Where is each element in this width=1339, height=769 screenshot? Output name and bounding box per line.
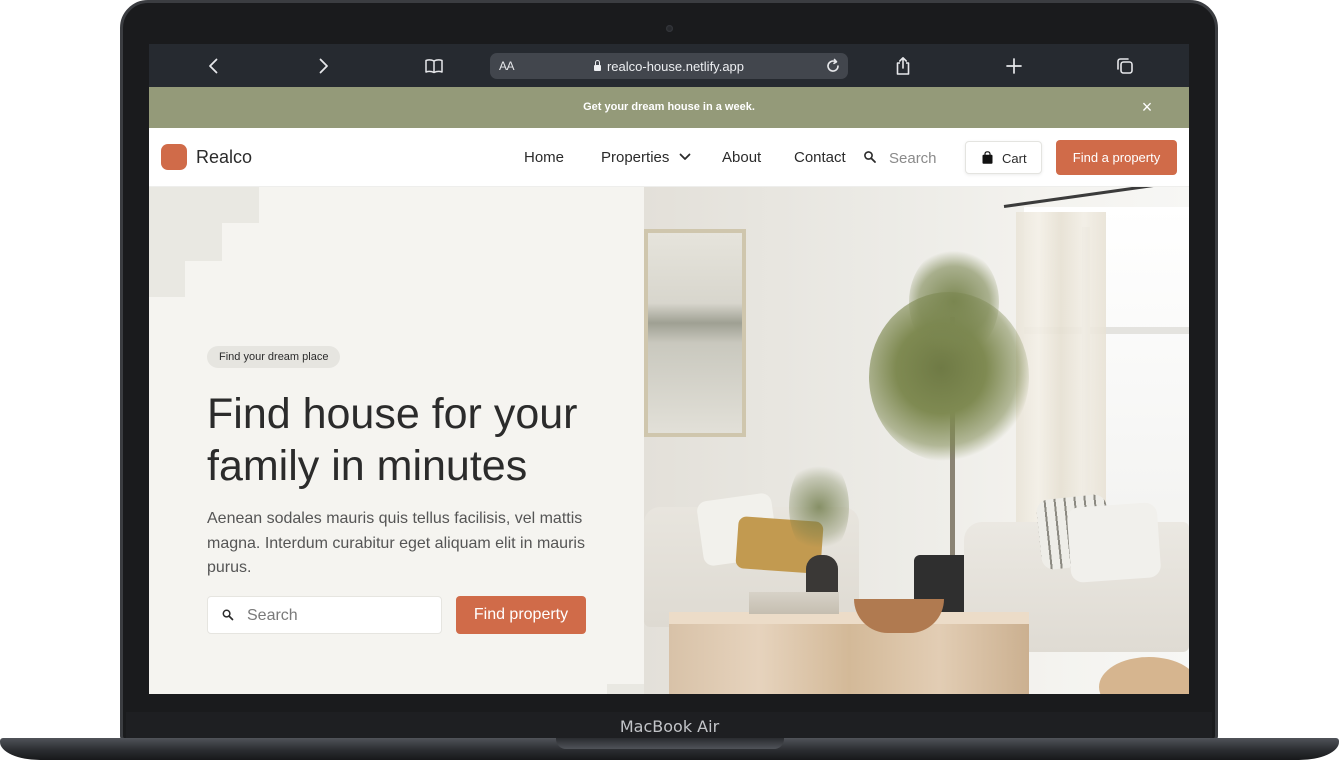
hero-search-input[interactable] [247, 606, 427, 626]
banner-text: Get your dream house in a week. [583, 101, 755, 113]
hero-tag: Find your dream place [207, 346, 341, 368]
search-icon [221, 608, 235, 622]
plus-icon[interactable] [1002, 54, 1026, 78]
close-icon[interactable]: × [1139, 98, 1155, 116]
lock-icon [593, 60, 601, 71]
hero-living-room-image [644, 187, 1189, 694]
url-domain: realco-house.netlify.app [606, 59, 745, 74]
wall-art [648, 233, 742, 433]
cart-button[interactable]: Cart [965, 141, 1042, 174]
nav-search-input[interactable] [889, 147, 959, 169]
logo-text[interactable]: Realco [196, 147, 252, 168]
olive-tree-foliage [909, 247, 999, 357]
hero-headline: Find house for your family in minutes [207, 390, 578, 490]
shopping-bag-icon [982, 151, 993, 164]
url-text: realco-house.netlify.app [490, 59, 848, 74]
screen: AA realco-house.netlify.app Get your dre… [149, 44, 1189, 694]
address-bar[interactable]: AA realco-house.netlify.app [490, 53, 848, 79]
logo-icon[interactable] [161, 144, 187, 170]
search-icon [862, 149, 878, 165]
nav-link-contact[interactable]: Contact [794, 149, 846, 166]
nav-link-home[interactable]: Home [524, 149, 564, 166]
browser-toolbar: AA realco-house.netlify.app [149, 44, 1189, 87]
share-icon[interactable] [891, 54, 915, 78]
camera-icon [666, 25, 673, 32]
decorative-block [149, 187, 259, 223]
chevron-left-icon[interactable] [202, 54, 226, 78]
promo-banner: Get your dream house in a week. × [149, 87, 1189, 128]
wooden-coffee-table [669, 612, 1029, 694]
table-top [669, 612, 1029, 624]
site-header: Realco Home Properties About Contact Car… [149, 128, 1189, 187]
device-label: MacBook Air [619, 717, 720, 736]
cushion [1066, 501, 1162, 584]
hero-content: Find your dream place Find house for you… [149, 187, 644, 694]
decorative-block [149, 223, 222, 261]
nav-link-about[interactable]: About [722, 149, 761, 166]
find-property-button[interactable]: Find property [456, 596, 586, 634]
reload-icon[interactable] [824, 57, 842, 75]
laptop-mockup: MacBook Air AA realco-house.netlify.app [0, 0, 1339, 769]
chevron-right-icon[interactable] [311, 54, 335, 78]
book-icon[interactable] [422, 54, 446, 78]
cart-label: Cart [1002, 151, 1027, 166]
plant-stems [789, 457, 849, 557]
books [749, 592, 839, 614]
decorative-block [149, 261, 185, 297]
laptop-notch [556, 738, 784, 749]
curtain-rod [1003, 187, 1188, 208]
nav-link-properties[interactable]: Properties [601, 149, 669, 166]
decorative-block [607, 684, 644, 694]
tabs-icon[interactable] [1113, 54, 1137, 78]
hero-subtext: Aenean sodales mauris quis tellus facili… [207, 510, 585, 576]
chevron-down-icon[interactable] [678, 150, 692, 164]
pouf [1099, 657, 1189, 694]
find-a-property-button[interactable]: Find a property [1056, 140, 1177, 175]
hero-search-box[interactable] [207, 596, 442, 634]
